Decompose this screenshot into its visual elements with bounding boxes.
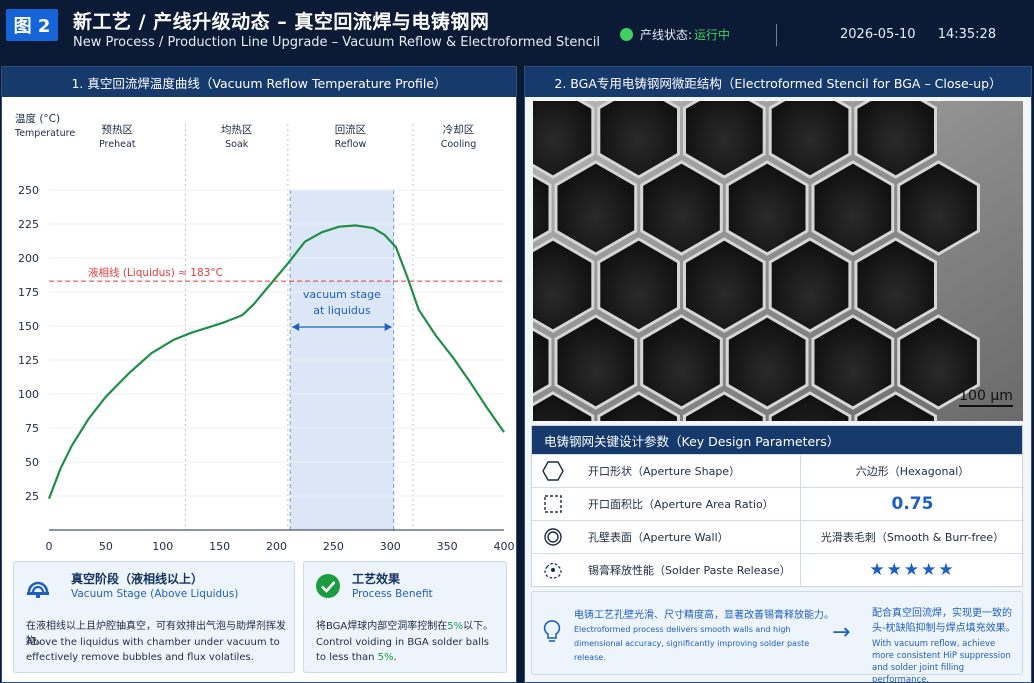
vacuum-card-subtitle: Vacuum Stage (Above Liquidus) [71, 588, 239, 600]
x-tick-label: 250 [323, 540, 344, 553]
arrow-right-icon: → [832, 620, 851, 645]
param-value: 六边形（Hexagonal） [800, 454, 1024, 488]
y-tick-label: 75 [25, 422, 39, 435]
zone-label-en: Cooling [441, 139, 477, 150]
y-tick-label: 125 [18, 354, 39, 367]
process-body-cn-post: 以下。 [463, 621, 494, 632]
x-tick-label: 0 [46, 540, 53, 553]
header-divider [776, 24, 777, 46]
x-tick-label: 200 [266, 540, 287, 553]
zone-label-cn: 回流区 [335, 123, 367, 136]
param-value: 0.75 [800, 487, 1024, 521]
param-row: 孔壁表面（Aperture Wall） 光滑表毛刺（Smooth & Burr-… [532, 520, 1024, 554]
process-body-en-pre: to less than [316, 652, 378, 663]
x-tick-label: 400 [494, 540, 515, 553]
process-benefit-card: 工艺效果 Process Benefit 将BGA焊球内部空洞率控制在5%以下。… [303, 561, 507, 673]
process-body-en-value: 5% [377, 652, 394, 663]
stencil-panel: 2. BGA专用电铸钢网微距结构（Electroformed Stencil f… [524, 66, 1032, 683]
x-tick-label: 150 [209, 540, 230, 553]
concentric-circle-icon [532, 527, 574, 547]
y-tick-label: 25 [25, 490, 39, 503]
header-bar: 图 2 新工艺 / 产线升级动态 – 真空回流焊与电铸钢网 New Proces… [0, 0, 1034, 62]
x-tick-label: 350 [437, 540, 458, 553]
paste-release-icon [532, 559, 574, 581]
vacuum-stage-card: 真空阶段（液相线以上） Vacuum Stage (Above Liquidus… [13, 561, 295, 673]
process-card-title: 工艺效果 [352, 572, 401, 586]
summary-note: 电铸工艺孔壁光滑、尺寸精度高，显著改善锡膏释放能力。 Electroformed… [531, 591, 1023, 683]
y-tick-label: 250 [18, 184, 39, 197]
hexagon-mesh-icon [533, 101, 1023, 421]
y-tick-label: 225 [18, 218, 39, 231]
param-name: 孔壁表面（Aperture Wall） [588, 531, 729, 544]
status-label: 产线状态: [640, 28, 693, 42]
liquidus-label: 液相线 (Liquidus) ≈ 183°C [88, 266, 223, 279]
zone-label-en: Soak [225, 139, 249, 150]
scale-bar: 100 μm [959, 388, 1013, 407]
y-tick-label: 150 [18, 320, 39, 333]
process-body-en-post: . [393, 652, 397, 663]
design-params-table: 电铸钢网关键设计参数（Key Design Parameters） 开口形状（A… [531, 425, 1024, 587]
process-body-en-line1: Control voiding in BGA solder balls [316, 637, 490, 648]
note-left-cn: 电铸工艺孔壁光滑、尺寸精度高，显著改善锡膏释放能力。 [574, 610, 834, 621]
scale-bar-label: 100 μm [959, 388, 1013, 404]
y-tick-label: 50 [25, 456, 39, 469]
param-name: 开口面积比（Aperture Area Ratio） [588, 498, 774, 511]
status-value: 运行中 [694, 28, 731, 42]
scale-bar-line [959, 405, 1013, 407]
zone-label-cn: 预热区 [102, 123, 134, 136]
process-body-cn-pre: 将BGA焊球内部空洞率控制在 [316, 621, 448, 632]
note-left-en: Electroformed process delivers smooth wa… [574, 625, 810, 662]
x-tick-label: 50 [99, 540, 113, 553]
page-title: 新工艺 / 产线升级动态 – 真空回流焊与电铸钢网 [73, 11, 490, 33]
y-axis-title-cn: 温度 (°C) [15, 112, 60, 125]
vacuum-window-label-2: at liquidus [313, 304, 371, 317]
y-tick-label: 100 [18, 388, 39, 401]
dashed-square-icon [532, 494, 574, 514]
temperature-profile-panel: 1. 真空回流焊温度曲线（Vacuum Reflow Temperature P… [1, 66, 517, 683]
rating-stars: ★★★★★ [800, 553, 1024, 587]
zone-label-cn: 均热区 [221, 123, 253, 136]
process-card-body-cn: 将BGA焊球内部空洞率控制在5%以下。 [316, 617, 493, 632]
x-tick-label: 100 [152, 540, 173, 553]
param-name: 锡膏释放性能（Solder Paste Release） [588, 564, 791, 577]
vacuum-window-label-1: vacuum stage [303, 288, 381, 301]
check-circle-icon [316, 574, 340, 598]
process-body-cn-value: 5% [447, 621, 464, 632]
figure-badge: 图 2 [6, 9, 58, 41]
y-tick-label: 200 [18, 252, 39, 265]
vacuum-card-body-en: Above the liquidus with chamber under va… [26, 637, 280, 663]
vacuum-pump-icon [27, 581, 49, 598]
param-value: 光滑表毛刺（Smooth & Burr-free） [800, 520, 1024, 554]
param-row: 锡膏释放性能（Solder Paste Release） ★★★★★ [532, 553, 1024, 587]
zone-label-en: Preheat [99, 139, 136, 150]
time-text: 14:35:28 [937, 27, 997, 42]
zone-label-en: Reflow [335, 139, 367, 150]
hexagon-icon [532, 461, 574, 481]
note-right-en: With vacuum reflow, achieve more consist… [872, 639, 1011, 683]
param-name: 开口形状（Aperture Shape） [588, 465, 741, 478]
param-row: 开口形状（Aperture Shape） 六边形（Hexagonal） [532, 454, 1024, 488]
page-subtitle: New Process / Production Line Upgrade – … [73, 35, 600, 50]
status-dot-icon [620, 28, 633, 41]
panel-title-left: 1. 真空回流焊温度曲线（Vacuum Reflow Temperature P… [2, 67, 516, 97]
zone-label-cn: 冷却区 [443, 123, 475, 136]
panel-title-right: 2. BGA专用电铸钢网微距结构（Electroformed Stencil f… [525, 67, 1031, 97]
temperature-profile-chart: 预热区 Preheat 均热区 Soak 回流区 Reflow 冷却区 Cooling 25 50… [14, 112, 515, 553]
line-status: 产线状态: 运行中 [620, 26, 730, 43]
y-axis-title-en: Temperature [14, 128, 75, 139]
stencil-closeup-image: 100 μm [533, 101, 1023, 421]
lightbulb-icon [543, 620, 561, 642]
params-title: 电铸钢网关键设计参数（Key Design Parameters） [532, 426, 1022, 454]
datetime: 2026-05-10 14:35:28 [840, 27, 996, 42]
process-card-subtitle: Process Benefit [352, 588, 433, 600]
date-text: 2026-05-10 [840, 27, 916, 42]
y-tick-label: 175 [18, 286, 39, 299]
param-row: 开口面积比（Aperture Area Ratio） 0.75 [532, 487, 1024, 521]
vacuum-card-title: 真空阶段（液相线以上） [71, 572, 204, 586]
process-card-body-en: Control voiding in BGA solder balls to le… [316, 635, 501, 665]
x-tick-label: 300 [380, 540, 401, 553]
note-right-cn: 配合真空回流焊，实现更一致的头-枕缺陷抑制与焊点填充效果。 [872, 608, 1016, 634]
